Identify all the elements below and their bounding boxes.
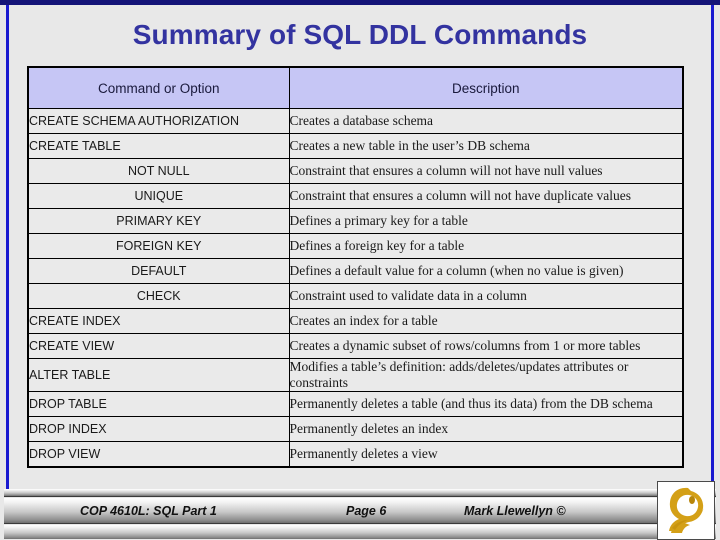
table-header-row: Command or Option Description xyxy=(27,66,684,109)
cell-command: NOT NULL xyxy=(27,158,290,184)
table-row: CREATE TABLE Creates a new table in the u… xyxy=(27,133,684,159)
cell-description: Creates an index for a table xyxy=(288,308,684,334)
table-row: DROP INDEX Permanently deletes an index xyxy=(27,415,684,442)
cell-command: DROP INDEX xyxy=(27,415,290,442)
cell-description: Permanently deletes an index xyxy=(288,415,684,442)
cell-description: Creates a new table in the user’s DB sch… xyxy=(288,133,684,159)
table-row: CREATE VIEW Creates a dynamic subset of r… xyxy=(27,333,684,359)
cell-command: DROP VIEW xyxy=(27,440,290,468)
cell-description: Constraint that ensures a column will no… xyxy=(288,183,684,209)
cell-description: Constraint used to validate data in a co… xyxy=(288,283,684,309)
cell-description: Defines a default value for a column (wh… xyxy=(288,258,684,284)
footer-course: COP 4610L: SQL Part 1 xyxy=(80,504,217,518)
cell-description: Defines a foreign key for a table xyxy=(288,233,684,259)
table-row: PRIMARY KEY Defines a primary key for a t… xyxy=(27,208,684,234)
page-title: Summary of SQL DDL Commands xyxy=(132,19,588,50)
footer-band-bottom xyxy=(4,525,716,539)
cell-command: CREATE VIEW xyxy=(27,333,290,359)
footer-band-top xyxy=(4,489,716,497)
cell-command: DROP TABLE xyxy=(27,390,290,417)
cell-command: CHECK xyxy=(27,283,290,309)
footer-page-number: Page 6 xyxy=(346,504,387,518)
cell-command: FOREIGN KEY xyxy=(27,233,290,259)
table-row: DEFAULT Defines a default value for a col… xyxy=(27,258,684,284)
footer-text-row: COP 4610L: SQL Part 1 Page 6 Mark Llewel… xyxy=(4,498,716,524)
column-header-command: Command or Option xyxy=(27,66,290,109)
cell-description: Constraint that ensures a column will no… xyxy=(288,158,684,184)
table-row: CHECK Constraint used to validate data in… xyxy=(27,283,684,309)
table-row: ALTER TABLE Modifies a table’s definition… xyxy=(27,358,684,392)
column-header-description: Description xyxy=(288,66,684,109)
slide-left-border xyxy=(6,5,9,489)
table-row: CREATE SCHEMA AUTHORIZATION Creates a dat… xyxy=(27,108,684,134)
cell-command: UNIQUE xyxy=(27,183,290,209)
cell-command: PRIMARY KEY xyxy=(27,208,290,234)
cell-command: CREATE INDEX xyxy=(27,308,290,334)
footer-author: Mark Llewellyn © xyxy=(464,504,566,518)
ddl-commands-table: Command or Option Description CREATE SCH… xyxy=(27,66,684,468)
slide-top-border xyxy=(0,0,720,5)
table-row: CREATE INDEX Creates an index for a table xyxy=(27,308,684,334)
slide: Summary of SQL DDL Commands Command or O… xyxy=(0,0,720,540)
slide-right-border xyxy=(711,5,714,489)
cell-description: Permanently deletes a view xyxy=(288,440,684,468)
table-row: NOT NULL Constraint that ensures a column… xyxy=(27,158,684,184)
cell-description: Defines a primary key for a table xyxy=(288,208,684,234)
cell-command: ALTER TABLE xyxy=(27,358,290,392)
cell-description: Permanently deletes a table (and thus it… xyxy=(288,390,684,417)
ucf-pegasus-logo-icon xyxy=(657,481,715,540)
table-header: Command or Option Description xyxy=(27,66,684,109)
cell-description: Creates a dynamic subset of rows/columns… xyxy=(288,333,684,359)
table-row: DROP TABLE Permanently deletes a table (a… xyxy=(27,390,684,417)
table-body: CREATE SCHEMA AUTHORIZATION Creates a dat… xyxy=(27,108,684,468)
table-row: FOREIGN KEY Defines a foreign key for a t… xyxy=(27,233,684,259)
cell-command: DEFAULT xyxy=(27,258,290,284)
cell-command: CREATE SCHEMA AUTHORIZATION xyxy=(27,108,290,134)
table-row: DROP VIEW Permanently deletes a view xyxy=(27,440,684,468)
slide-footer: COP 4610L: SQL Part 1 Page 6 Mark Llewel… xyxy=(0,489,720,540)
table-row: UNIQUE Constraint that ensures a column w… xyxy=(27,183,684,209)
cell-description: Modifies a table’s definition: adds/dele… xyxy=(288,358,684,392)
cell-command: CREATE TABLE xyxy=(27,133,290,159)
cell-description: Creates a database schema xyxy=(288,108,684,134)
